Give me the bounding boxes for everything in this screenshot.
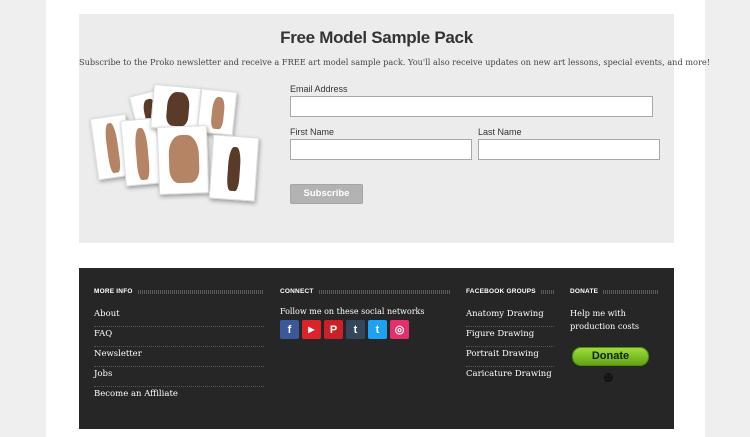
youtube-icon[interactable]: ▶ bbox=[302, 320, 321, 339]
instagram-icon[interactable]: ◎ bbox=[390, 320, 409, 339]
tumblr-icon[interactable]: t bbox=[346, 320, 365, 339]
footer-link-caricature-drawing[interactable]: Caricature Drawing bbox=[466, 367, 554, 387]
newsletter-signup-panel: Free Model Sample Pack Subscribe to the … bbox=[79, 14, 711, 243]
page-content: Free Model Sample Pack Subscribe to the … bbox=[46, 0, 711, 437]
email-field[interactable] bbox=[290, 96, 653, 117]
footer-link-figure-drawing[interactable]: Figure Drawing bbox=[466, 327, 554, 347]
subscribe-button[interactable]: Subscribe bbox=[290, 184, 363, 204]
footer-link-faq[interactable]: FAQ bbox=[94, 327, 264, 347]
signup-title: Free Model Sample Pack bbox=[280, 28, 473, 47]
footer-facebook-groups: FACEBOOK GROUPS Anatomy Drawing Figure D… bbox=[466, 288, 554, 387]
donate-text: Help me with production costs bbox=[570, 308, 640, 331]
site-footer: MORE INFO About FAQ Newsletter Jobs Beco… bbox=[79, 268, 674, 429]
footer-link-jobs[interactable]: Jobs bbox=[94, 367, 264, 387]
donate-button[interactable]: Donate bbox=[572, 347, 649, 366]
facebook-icon[interactable]: f bbox=[280, 320, 299, 339]
model-photo bbox=[156, 125, 210, 195]
connect-text: Follow me on these social networks bbox=[280, 307, 425, 316]
social-icons: f ▶ P t t ◎ bbox=[280, 320, 450, 339]
facebook-groups-heading: FACEBOOK GROUPS bbox=[466, 288, 554, 295]
footer-more-info: MORE INFO About FAQ Newsletter Jobs Beco… bbox=[94, 288, 264, 407]
donate-heading: DONATE bbox=[570, 288, 658, 295]
footer-connect: CONNECT Follow me on these social networ… bbox=[280, 288, 450, 339]
model-photos-collage bbox=[89, 83, 269, 211]
footer-link-newsletter[interactable]: Newsletter bbox=[94, 347, 264, 367]
footer-link-portrait-drawing[interactable]: Portrait Drawing bbox=[466, 347, 554, 367]
footer-link-affiliate[interactable]: Become an Affiliate bbox=[94, 387, 264, 407]
first-name-field[interactable] bbox=[290, 139, 472, 160]
email-label: Email Address bbox=[290, 84, 348, 94]
more-info-heading: MORE INFO bbox=[94, 288, 264, 295]
twitter-icon[interactable]: t bbox=[368, 320, 387, 339]
footer-donate: DONATE Help me with production costs bbox=[570, 288, 658, 333]
footer-link-about[interactable]: About bbox=[94, 307, 264, 327]
pinterest-icon[interactable]: P bbox=[324, 320, 343, 339]
last-name-field[interactable] bbox=[478, 139, 660, 160]
last-name-label: Last Name bbox=[478, 127, 522, 137]
model-photo bbox=[208, 134, 260, 202]
connect-heading: CONNECT bbox=[280, 288, 450, 295]
signup-subtitle: Subscribe to the Proko newsletter and re… bbox=[79, 57, 711, 67]
first-name-label: First Name bbox=[290, 127, 335, 137]
footer-link-anatomy-drawing[interactable]: Anatomy Drawing bbox=[466, 307, 554, 327]
smiley-icon: ☻ bbox=[603, 371, 614, 385]
